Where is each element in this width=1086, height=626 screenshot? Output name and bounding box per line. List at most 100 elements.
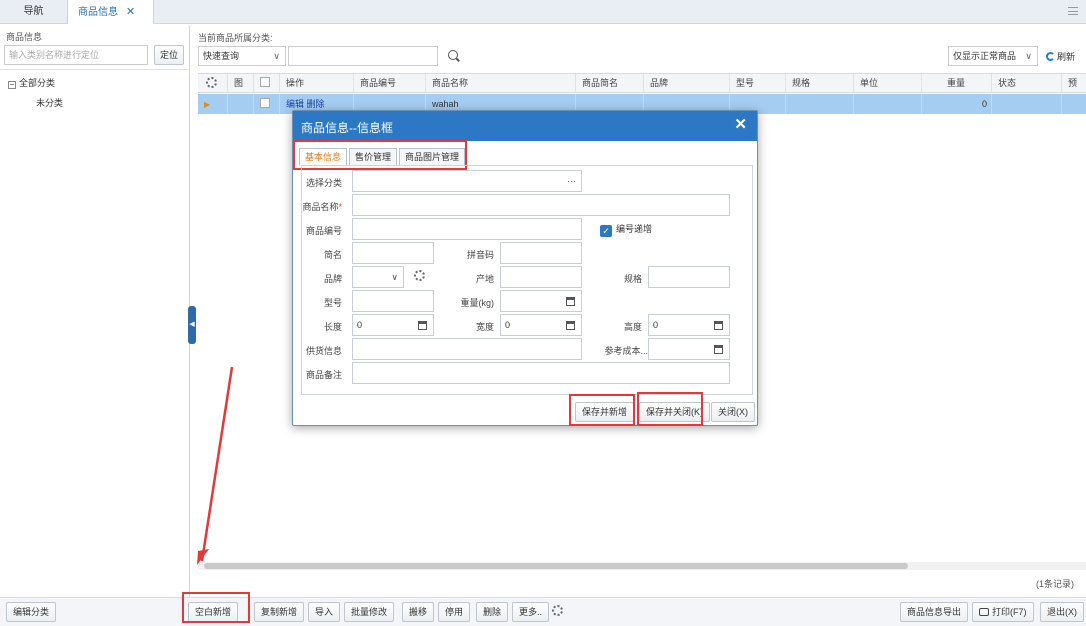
origin-input[interactable] bbox=[500, 266, 582, 288]
short-name-input[interactable] bbox=[352, 242, 434, 264]
pinyin-input[interactable] bbox=[500, 242, 582, 264]
height-label: 高度 bbox=[623, 322, 642, 332]
product-code-label: 商品编号 bbox=[305, 226, 342, 236]
ref-cost-input[interactable] bbox=[648, 338, 730, 360]
column-header-image[interactable]: 图 bbox=[228, 74, 254, 93]
record-count: (1条记录) bbox=[1036, 579, 1074, 589]
settings-button[interactable] bbox=[552, 605, 563, 616]
calculator-icon[interactable] bbox=[714, 345, 723, 354]
import-button[interactable]: 导入 bbox=[308, 602, 341, 622]
supplier-input[interactable] bbox=[352, 338, 582, 360]
column-header-status[interactable]: 状态 bbox=[992, 74, 1062, 93]
category-tree: − 全部分类 未分类 bbox=[0, 69, 189, 108]
length-label: 长度 bbox=[323, 322, 342, 332]
row-indicator: ▶ bbox=[198, 94, 228, 114]
tree-item-all[interactable]: − 全部分类 bbox=[8, 76, 55, 89]
tab-bar: 导航 商品信息 ✕ bbox=[0, 0, 1086, 24]
status-filter-select[interactable]: 仅显示正常商品 ∨ bbox=[948, 46, 1038, 66]
printer-icon bbox=[979, 608, 989, 616]
brand-select[interactable]: ∨ bbox=[352, 266, 404, 288]
weight-input[interactable] bbox=[500, 290, 582, 312]
move-button[interactable]: 搬移 bbox=[402, 602, 435, 622]
auto-increment-checkbox[interactable]: ✓ 编号递增 bbox=[600, 222, 652, 237]
column-header-code[interactable]: 商品编号 bbox=[354, 74, 426, 93]
refresh-icon bbox=[1046, 52, 1055, 61]
product-name-input[interactable] bbox=[352, 194, 730, 216]
column-header-model[interactable]: 型号 bbox=[730, 74, 786, 93]
column-header-unit[interactable]: 单位 bbox=[854, 74, 922, 93]
column-header-more[interactable]: 预 bbox=[1062, 74, 1086, 93]
dialog-title: 商品信息--信息框 bbox=[301, 121, 393, 135]
quick-query-input[interactable] bbox=[288, 46, 438, 66]
panel-title: 商品信息 bbox=[6, 32, 43, 42]
more-button[interactable]: 更多.. bbox=[512, 602, 550, 622]
remark-input[interactable] bbox=[352, 362, 730, 384]
search-icon[interactable] bbox=[448, 50, 458, 60]
refresh-button[interactable]: 刷新 bbox=[1046, 50, 1075, 63]
exit-button[interactable]: 退出(X) bbox=[1040, 602, 1084, 622]
print-button[interactable]: 打印(F7) bbox=[972, 602, 1034, 622]
tab-product-info[interactable]: 商品信息 ✕ bbox=[68, 0, 154, 24]
panel-collapse-handle[interactable]: ◀ bbox=[188, 306, 196, 344]
collapse-icon[interactable]: − bbox=[8, 81, 16, 89]
length-value: 0 bbox=[357, 320, 363, 330]
product-code-input[interactable] bbox=[352, 218, 582, 240]
calculator-icon[interactable] bbox=[566, 321, 575, 330]
dialog-titlebar[interactable]: 商品信息--信息框 ✕ bbox=[293, 111, 757, 141]
column-header-spec[interactable]: 规格 bbox=[786, 74, 854, 93]
annotation-box-blank-add bbox=[182, 592, 250, 623]
export-button[interactable]: 商品信息导出 bbox=[900, 602, 969, 622]
scrollbar-thumb[interactable] bbox=[204, 563, 908, 569]
horizontal-scrollbar[interactable] bbox=[198, 562, 1086, 570]
print-label: 打印(F7) bbox=[992, 607, 1027, 617]
brand-settings-button[interactable] bbox=[414, 270, 425, 281]
width-input[interactable]: 0 bbox=[500, 314, 582, 336]
close-icon[interactable]: ✕ bbox=[126, 6, 135, 18]
height-input[interactable]: 0 bbox=[648, 314, 730, 336]
tab-navigation[interactable]: 导航 bbox=[0, 0, 68, 24]
select-all-checkbox[interactable] bbox=[260, 77, 270, 87]
weight-label: 重量(kg) bbox=[460, 298, 495, 308]
model-input[interactable] bbox=[352, 290, 434, 312]
product-info-dialog: 商品信息--信息框 ✕ 基本信息 售价管理 商品图片管理 选择分类 ··· 商品… bbox=[292, 110, 758, 426]
column-header-short-name[interactable]: 商品简名 bbox=[576, 74, 644, 93]
annotation-box-save-new bbox=[569, 394, 635, 426]
required-mark: * bbox=[338, 202, 342, 212]
column-header-actions[interactable]: 操作 bbox=[280, 74, 354, 93]
column-header-weight[interactable]: 重量 bbox=[922, 74, 992, 93]
calculator-icon[interactable] bbox=[566, 297, 575, 306]
close-button[interactable]: 关闭(X) bbox=[711, 402, 755, 422]
bottom-toolbar: 编辑分类 空白新增 复制新增 导入 批量修改 搬移 停用 删除 更多.. 商品信… bbox=[0, 597, 1086, 626]
locate-button[interactable]: 定位 bbox=[154, 45, 184, 65]
grid-header: 图 操作 商品编号 商品名称 商品简名 品牌 型号 规格 单位 重量 状态 预 bbox=[198, 73, 1086, 93]
column-settings[interactable] bbox=[198, 74, 228, 93]
quick-query-select[interactable]: 快速查询 ∨ bbox=[198, 46, 286, 66]
category-select[interactable]: ··· bbox=[352, 170, 582, 192]
length-input[interactable]: 0 bbox=[352, 314, 434, 336]
chevron-down-icon: ∨ bbox=[273, 51, 280, 61]
category-search-input[interactable] bbox=[4, 45, 148, 65]
row-checkbox[interactable] bbox=[260, 98, 270, 108]
batch-edit-button[interactable]: 批量修改 bbox=[344, 602, 395, 622]
column-header-name[interactable]: 商品名称 bbox=[426, 74, 576, 93]
copy-add-button[interactable]: 复制新增 bbox=[254, 602, 305, 622]
calculator-icon[interactable] bbox=[418, 321, 427, 330]
tab-navigation-label: 导航 bbox=[23, 6, 44, 17]
ref-cost-label: 参考成本... bbox=[604, 346, 648, 356]
row-checkbox-cell[interactable] bbox=[254, 94, 280, 114]
column-header-select-all[interactable] bbox=[254, 74, 280, 93]
gear-icon bbox=[552, 605, 563, 616]
menu-icon[interactable] bbox=[1068, 7, 1078, 15]
auto-increment-label: 编号递增 bbox=[616, 224, 653, 234]
edit-category-button[interactable]: 编辑分类 bbox=[6, 602, 57, 622]
tree-item-uncategorized[interactable]: 未分类 bbox=[36, 96, 63, 109]
disable-button[interactable]: 停用 bbox=[438, 602, 471, 622]
supplier-label: 供货信息 bbox=[305, 346, 342, 356]
calculator-icon[interactable] bbox=[714, 321, 723, 330]
row-status-cell bbox=[992, 94, 1062, 114]
delete-button[interactable]: 删除 bbox=[476, 602, 509, 622]
refresh-label: 刷新 bbox=[1057, 52, 1076, 62]
column-header-brand[interactable]: 品牌 bbox=[644, 74, 730, 93]
close-icon[interactable]: ✕ bbox=[734, 115, 747, 133]
spec-input[interactable] bbox=[648, 266, 730, 288]
